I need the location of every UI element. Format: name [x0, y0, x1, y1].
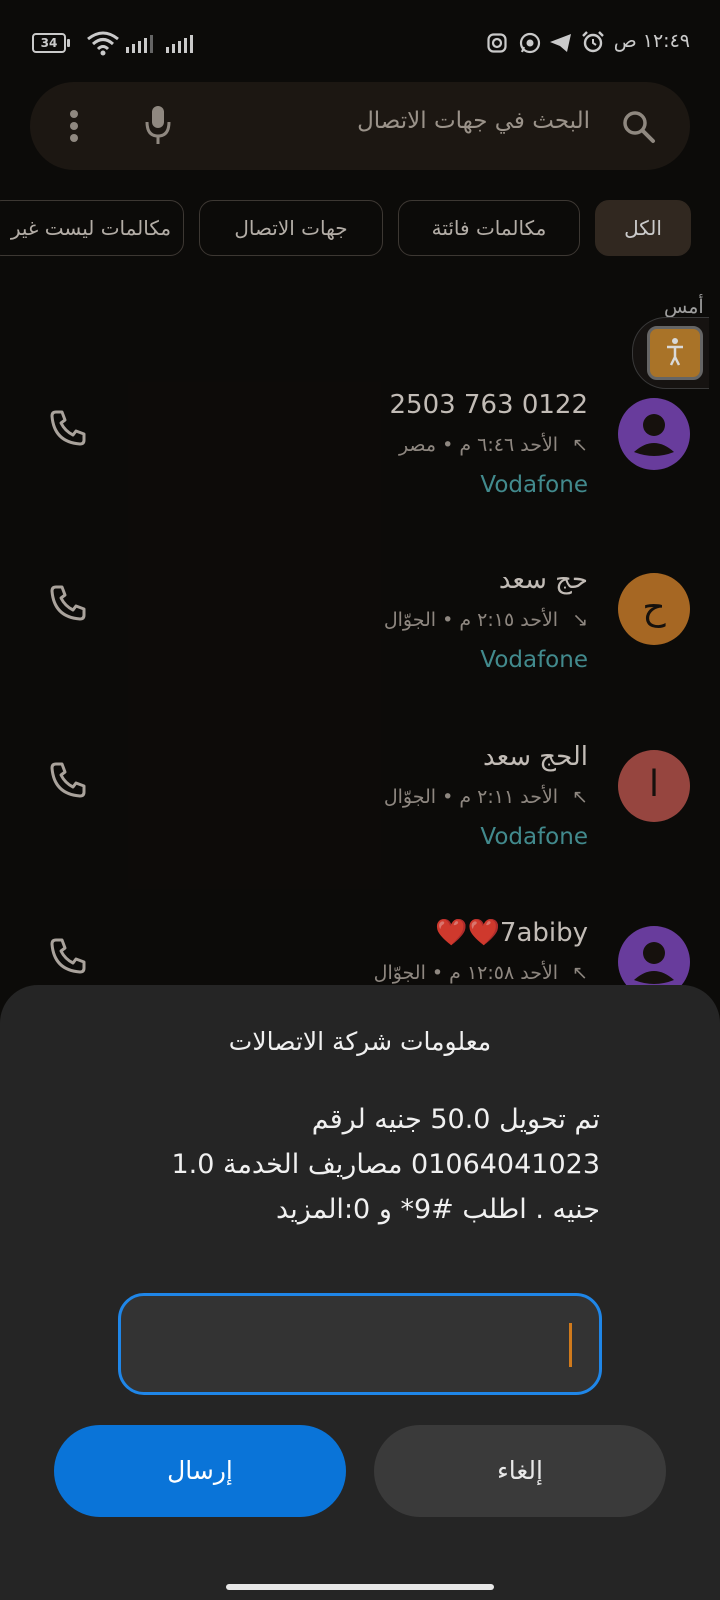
- dialog-title: معلومات شركة الاتصالات: [228, 1027, 492, 1056]
- carrier-info-dialog: معلومات شركة الاتصالات تم تحويل 50.0 جني…: [0, 985, 720, 1600]
- text-cursor: [569, 1323, 572, 1367]
- home-gesture-bar[interactable]: [226, 1584, 494, 1590]
- ussd-reply-input[interactable]: [118, 1293, 602, 1395]
- send-button[interactable]: إرسال: [54, 1425, 346, 1517]
- cancel-button[interactable]: إلغاء: [374, 1425, 666, 1517]
- dialog-message: تم تحويل 50.0 جنيه لرقم 01064041023 مصار…: [171, 1104, 600, 1225]
